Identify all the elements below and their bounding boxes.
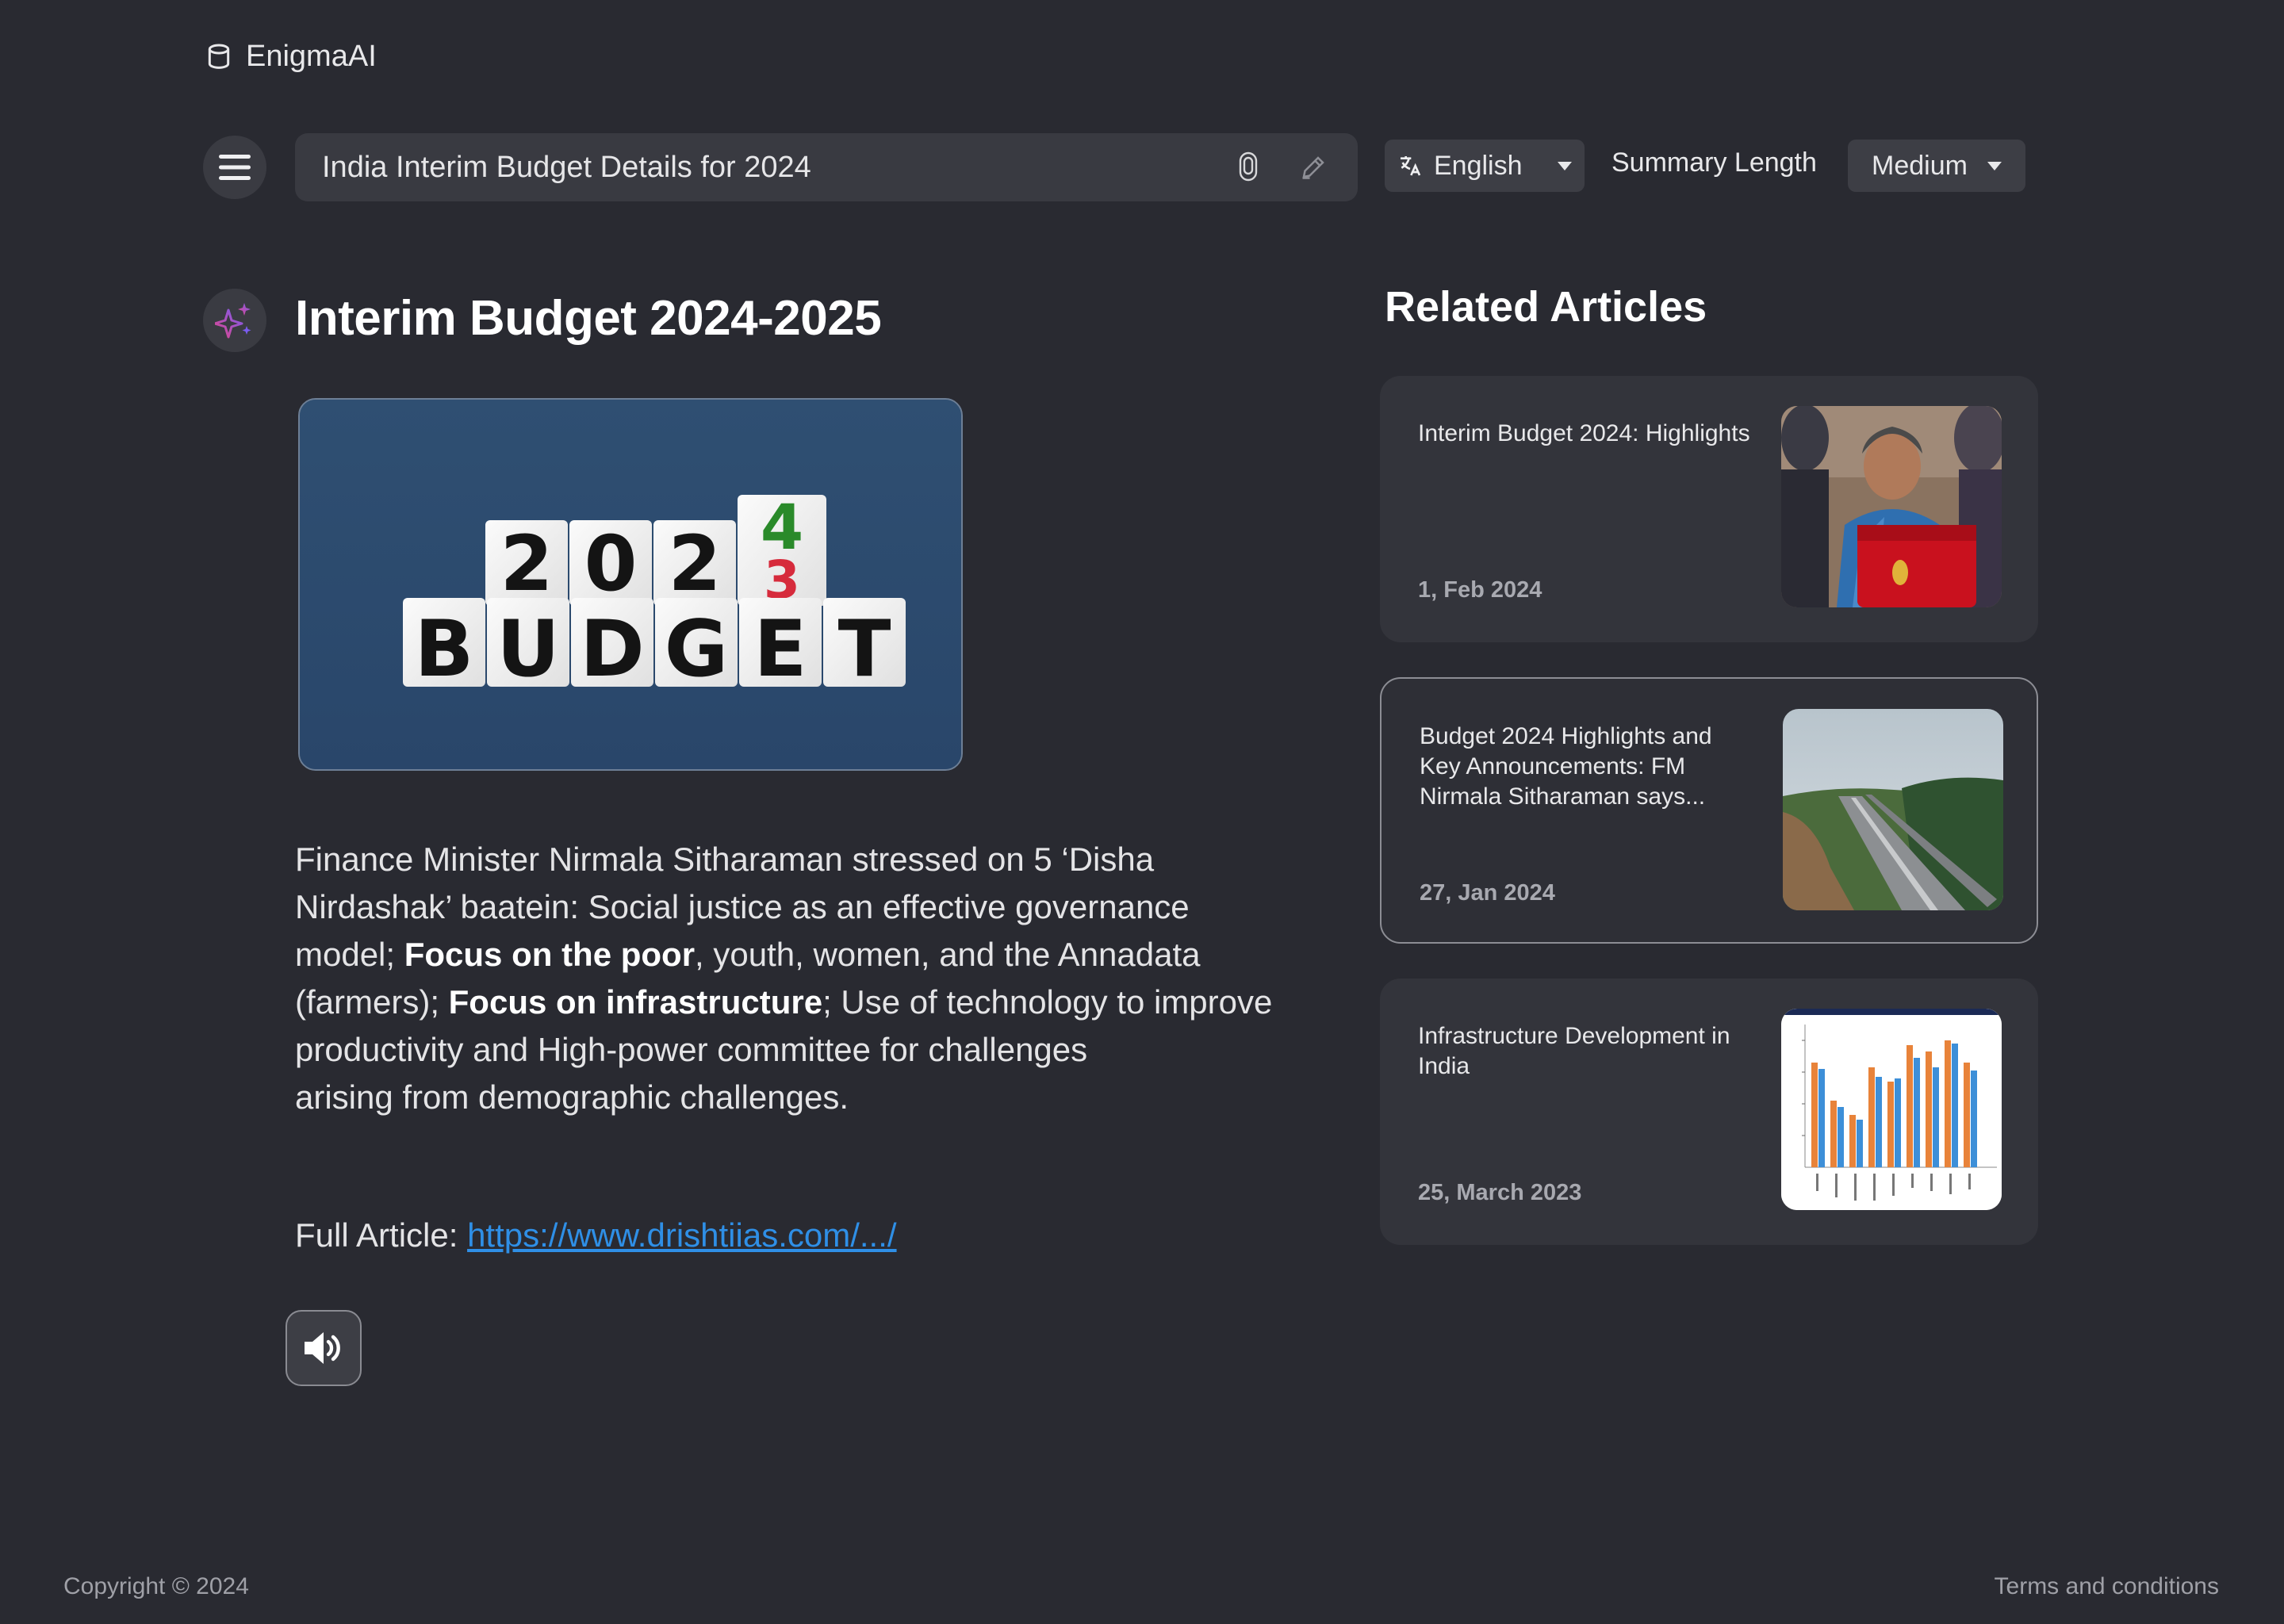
svg-text:G: G (665, 604, 728, 695)
pencil-icon[interactable] (1296, 150, 1331, 185)
svg-text:U: U (496, 604, 560, 695)
brand[interactable]: EnigmaAI (203, 40, 377, 74)
related-article-date: 27, Jan 2024 (1420, 880, 1555, 906)
chevron-down-icon (1987, 161, 2002, 170)
search-bar[interactable]: India Interim Budget Details for 2024 (295, 133, 1358, 201)
summary-length-value: Medium (1872, 150, 1968, 181)
related-article-date: 1, Feb 2024 (1418, 577, 1542, 603)
hamburger-icon (219, 155, 251, 180)
summary-bold-poor: Focus on the poor (404, 936, 696, 973)
read-aloud-button[interactable] (286, 1310, 362, 1386)
language-label: English (1434, 150, 1523, 181)
cube-digit-0: 0 (584, 519, 638, 608)
search-input[interactable]: India Interim Budget Details for 2024 (322, 151, 1201, 185)
full-article: Full Article: https://www.drishtiias.com… (295, 1216, 897, 1254)
related-article-thumbnail (1781, 1009, 2002, 1210)
related-article-thumbnail (1783, 709, 2003, 910)
svg-text:T: T (838, 604, 891, 695)
related-article-date: 25, March 2023 (1418, 1180, 1582, 1205)
language-select[interactable]: English (1385, 140, 1585, 192)
chevron-down-icon (1558, 161, 1572, 170)
summary-bold-infrastructure: Focus on infrastructure (448, 983, 823, 1021)
copyright: Copyright © 2024 (63, 1573, 249, 1599)
related-article-card[interactable]: Interim Budget 2024: Highlights 1, Feb 2… (1380, 376, 2038, 642)
svg-text:B: B (415, 604, 474, 695)
terms-link[interactable]: Terms and conditions (1995, 1573, 2219, 1600)
brand-name: EnigmaAI (246, 40, 377, 73)
article-title: Interim Budget 2024-2025 (295, 291, 882, 346)
cube-digit-2: 2 (500, 519, 554, 608)
budget-cubes-illustration: 2 0 2 4 3 B U D G E T (300, 400, 961, 769)
summary-length-label: Summary Length (1611, 147, 1817, 178)
microphone-icon[interactable] (1231, 150, 1266, 185)
related-article-title: Budget 2024 Highlights and Key Announcem… (1420, 723, 1712, 810)
related-articles-heading: Related Articles (1385, 283, 1707, 331)
translate-icon (1401, 156, 1421, 176)
article-summary: Finance Minister Nirmala Sitharaman stre… (295, 836, 1286, 1121)
related-article-title: Interim Budget 2024: Highlights (1418, 420, 1750, 446)
sparkle-icon (215, 303, 251, 339)
full-article-label: Full Article: (295, 1216, 468, 1254)
summary-length-select[interactable]: Medium (1848, 140, 2025, 192)
speaker-icon (305, 1332, 340, 1364)
full-article-link[interactable]: https://www.drishtiias.com/.../ (467, 1216, 897, 1254)
article-hero-image: 2 0 2 4 3 B U D G E T (298, 398, 963, 771)
svg-text:D: D (580, 604, 644, 695)
ai-avatar (203, 289, 266, 352)
cube-digit-2b: 2 (669, 519, 722, 608)
related-article-card[interactable]: Infrastructure Development in India 25, … (1380, 979, 2038, 1245)
summary-text: arising from demographic challenges. (295, 1078, 849, 1116)
svg-text:E: E (754, 604, 807, 695)
related-article-card[interactable]: Budget 2024 Highlights and Key Announcem… (1380, 677, 2038, 944)
cylinder-logo-icon (208, 44, 230, 69)
menu-button[interactable] (203, 136, 266, 199)
related-article-thumbnail (1781, 406, 2002, 607)
related-article-title: Infrastructure Development in India (1418, 1023, 1730, 1079)
